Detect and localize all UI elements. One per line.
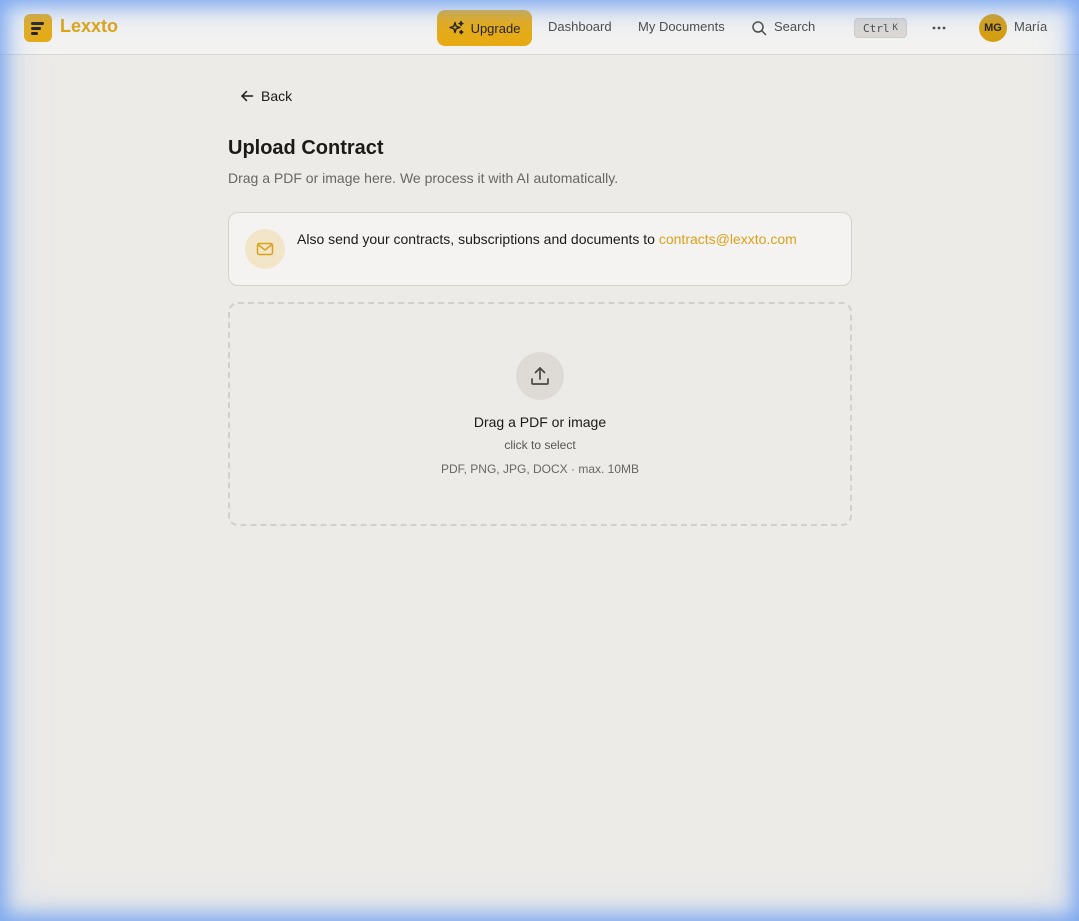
arrow-left-icon [241,90,254,102]
page-title: Upload Contract [228,137,384,159]
email-forward-text: Also send your contracts, subscriptions … [297,231,797,247]
top-navbar: Lexxto Upgrade Dashboard My Documents Se… [0,0,1079,55]
search-link[interactable]: Search [774,19,815,34]
email-link[interactable]: contracts@lexxto.com [659,231,797,247]
more-icon[interactable] [928,14,950,42]
brand-name[interactable]: Lexxto [60,16,118,37]
dropzone-formats: PDF, PNG, JPG, DOCX · max. 10MB [440,462,640,476]
avatar[interactable]: MG [979,14,1007,42]
email-forward-card: Also send your contracts, subscriptions … [228,212,852,286]
shortcut-badge: Ctrl K [854,18,907,38]
menu-icon[interactable] [24,14,52,42]
search-icon[interactable] [751,20,767,36]
dropzone-subtitle: click to select [504,438,576,452]
sparkle-icon [448,20,464,35]
page-subtitle: Drag a PDF or image here. We process it … [228,170,619,186]
user-name[interactable]: María [1014,19,1047,34]
upload-dropzone[interactable]: Drag a PDF or image click to select PDF,… [228,302,852,526]
upload-icon [516,352,564,400]
shortcut-key-ctrl: Ctrl [863,21,890,35]
dropzone-title: Drag a PDF or image [473,414,607,430]
upgrade-label: Upgrade [470,20,521,36]
nav-link-my-documents[interactable]: My Documents [638,19,725,34]
back-button[interactable]: Back [240,86,292,106]
back-label: Back [261,88,293,104]
mail-icon [245,229,285,269]
shortcut-key-k: K [892,23,898,33]
email-forward-label: Also send your contracts, subscriptions … [297,231,659,247]
nav-link-dashboard[interactable]: Dashboard [548,19,612,34]
upgrade-button[interactable]: Upgrade [437,10,532,46]
